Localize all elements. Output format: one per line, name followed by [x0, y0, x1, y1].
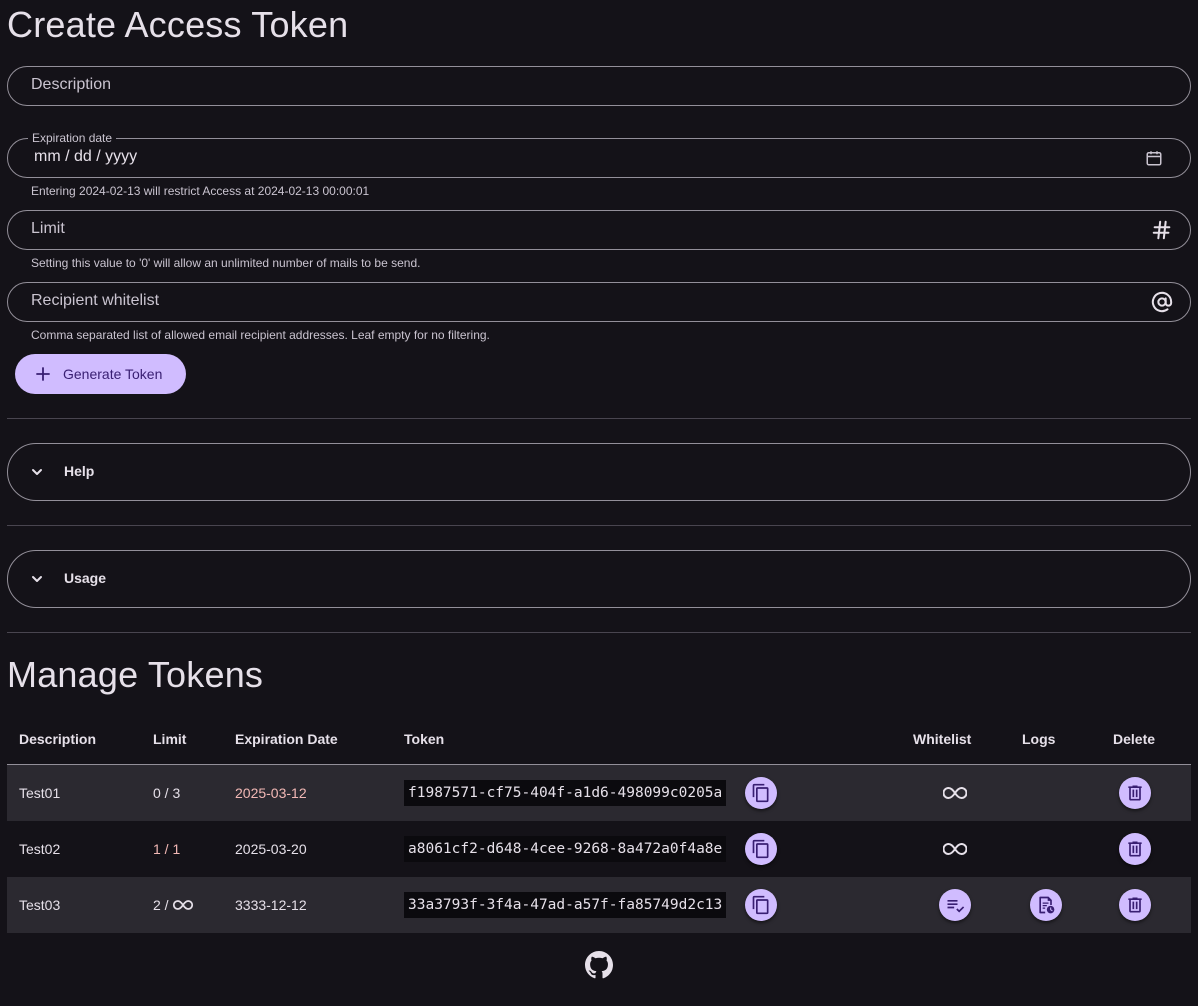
divider [7, 418, 1191, 419]
token-description: Test03 [19, 897, 61, 913]
limit-helper-text: Setting this value to '0' will allow an … [31, 256, 421, 270]
token-limit-used: 2 / [153, 897, 169, 913]
table-row: Test03 2 / 3333-12-12 33a3793f-3f4a-47ad… [7, 877, 1191, 933]
token-value: f1987571-cf75-404f-a1d6-498099c0205a [404, 780, 727, 806]
at-sign-icon [1151, 291, 1173, 313]
column-header-expiration: Expiration Date [235, 731, 338, 747]
infinity-icon [943, 786, 967, 800]
column-header-logs: Logs [1022, 731, 1056, 747]
token-description: Test01 [19, 785, 61, 801]
whitelist-helper-text: Comma separated list of allowed email re… [31, 328, 490, 342]
column-header-description: Description [19, 731, 97, 747]
token-expiration: 2025-03-12 [235, 785, 307, 801]
token-value: a8061cf2-d648-4cee-9268-8a472a0f4a8e [404, 836, 727, 862]
column-header-limit: Limit [153, 731, 187, 747]
column-header-delete: Delete [1113, 731, 1156, 747]
token-value: 33a3793f-3f4a-47ad-a57f-fa85749d2c13 [404, 892, 727, 918]
playlist-check-icon [947, 900, 965, 913]
trash-icon [1128, 841, 1142, 857]
token-limit: 1 / 1 [153, 841, 181, 857]
github-icon[interactable] [585, 951, 613, 979]
infinity-icon [943, 842, 967, 856]
copy-icon [752, 839, 769, 859]
log-icon [1039, 896, 1055, 914]
calendar-icon[interactable] [1145, 149, 1163, 167]
view-logs-button[interactable] [1030, 889, 1062, 921]
recipient-whitelist-input[interactable]: Recipient whitelist [7, 282, 1191, 322]
generate-token-label: Generate Token [63, 366, 163, 382]
copy-icon [752, 783, 769, 803]
column-header-whitelist: Whitelist [913, 731, 972, 747]
token-description: Test02 [19, 841, 61, 857]
generate-token-button[interactable]: Generate Token [15, 354, 186, 394]
trash-icon [1128, 897, 1142, 913]
token-limit: 0 / 3 [153, 785, 181, 801]
copy-token-button[interactable] [745, 777, 777, 809]
plus-icon [36, 367, 50, 381]
description-input[interactable]: Description [7, 66, 1191, 106]
help-accordion-label: Help [64, 463, 95, 479]
manage-tokens-title: Manage Tokens [7, 654, 264, 695]
delete-token-button[interactable] [1119, 777, 1151, 809]
divider [7, 525, 1191, 526]
chevron-down-icon [32, 469, 42, 475]
description-label: Description [31, 76, 112, 93]
chevron-down-icon [32, 576, 42, 582]
table-row: Test02 1 / 1 2025-03-20 a8061cf2-d648-4c… [7, 821, 1191, 877]
copy-token-button[interactable] [745, 889, 777, 921]
help-accordion[interactable]: Help [7, 443, 1191, 501]
token-expiration: 3333-12-12 [235, 897, 307, 913]
delete-token-button[interactable] [1119, 833, 1151, 865]
token-expiration: 2025-03-20 [235, 841, 307, 857]
recipient-whitelist-label: Recipient whitelist [31, 292, 160, 309]
divider [7, 632, 1191, 633]
copy-token-button[interactable] [745, 833, 777, 865]
limit-label: Limit [31, 220, 65, 237]
hash-icon [1152, 220, 1171, 240]
expiration-date-input[interactable]: Expiration date mm / dd / yyyy [7, 131, 1191, 178]
limit-input[interactable]: Limit [7, 210, 1191, 250]
infinity-icon [173, 900, 194, 910]
delete-token-button[interactable] [1119, 889, 1151, 921]
copy-icon [752, 895, 769, 915]
expiration-helper-text: Entering 2024-02-13 will restrict Access… [31, 184, 370, 198]
usage-accordion[interactable]: Usage [7, 550, 1191, 608]
column-header-token: Token [404, 731, 445, 747]
trash-icon [1128, 785, 1142, 801]
page-title: Create Access Token [7, 4, 349, 45]
view-whitelist-button[interactable] [939, 889, 971, 921]
expiration-date-label: Expiration date [28, 131, 117, 145]
table-row: Test01 0 / 3 2025-03-12 f1987571-cf75-40… [7, 765, 1191, 821]
expiration-date-placeholder: mm / dd / yyyy [34, 148, 138, 165]
usage-accordion-label: Usage [64, 570, 107, 586]
token-limit: 2 / [153, 897, 194, 913]
